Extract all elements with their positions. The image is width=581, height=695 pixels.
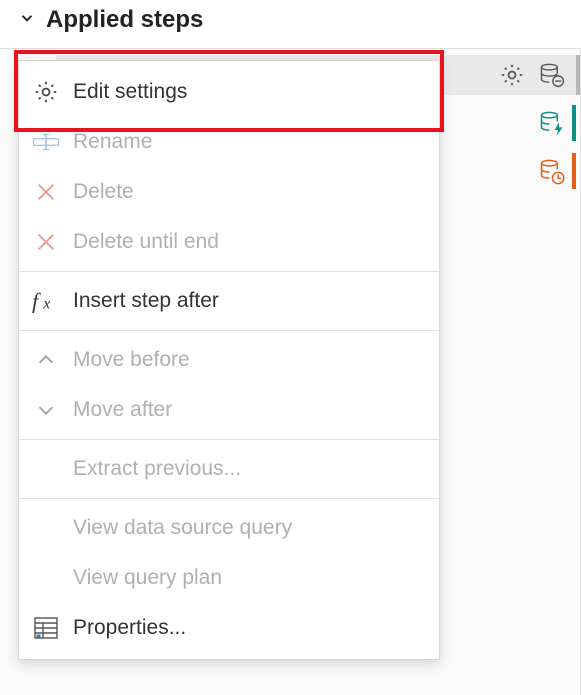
menu-move-before-label: Move before [73, 348, 190, 372]
rename-icon [19, 130, 73, 154]
chevron-down-icon [19, 399, 73, 421]
menu-view-query-plan-label: View query plan [73, 566, 222, 590]
svg-text:x: x [42, 295, 50, 312]
database-remove-icon[interactable] [532, 55, 572, 95]
database-lightning-icon [532, 103, 572, 143]
menu-extract-previous[interactable]: Extract previous... [19, 444, 439, 494]
chevron-down-icon [18, 6, 36, 34]
menu-move-after[interactable]: Move after [19, 385, 439, 435]
applied-steps-header[interactable]: Applied steps [0, 0, 581, 40]
cache-schedule-item[interactable] [532, 151, 576, 191]
menu-delete-until-end-label: Delete until end [73, 230, 219, 254]
step-settings-button[interactable] [492, 55, 532, 95]
menu-edit-settings-label: Edit settings [73, 80, 187, 104]
menu-view-data-source-query-label: View data source query [73, 516, 292, 540]
step-context-menu: Edit settings Rename Delete Dele [18, 60, 440, 660]
menu-delete-until-end[interactable]: Delete until end [19, 217, 439, 267]
properties-icon [19, 615, 73, 641]
menu-move-after-label: Move after [73, 398, 172, 422]
menu-edit-settings[interactable]: Edit settings [19, 67, 439, 117]
menu-separator [19, 439, 439, 440]
menu-separator [19, 498, 439, 499]
menu-separator [19, 271, 439, 272]
fx-icon: f x [19, 288, 73, 314]
database-clock-icon [532, 151, 572, 191]
menu-separator [19, 330, 439, 331]
menu-rename[interactable]: Rename [19, 117, 439, 167]
menu-extract-previous-label: Extract previous... [73, 457, 241, 481]
menu-move-before[interactable]: Move before [19, 335, 439, 385]
menu-properties-label: Properties... [73, 616, 186, 640]
side-icon-column [532, 103, 576, 191]
chevron-up-icon [19, 349, 73, 371]
menu-rename-label: Rename [73, 130, 152, 154]
menu-insert-step-after-label: Insert step after [73, 289, 219, 313]
menu-properties[interactable]: Properties... [19, 603, 439, 653]
menu-delete-label: Delete [73, 180, 134, 204]
cache-lightning-item[interactable] [532, 103, 576, 143]
menu-delete[interactable]: Delete [19, 167, 439, 217]
applied-steps-title: Applied steps [46, 6, 203, 34]
menu-view-data-source-query[interactable]: View data source query [19, 503, 439, 553]
svg-text:f: f [32, 288, 41, 313]
gear-icon [19, 79, 73, 105]
delete-icon [19, 231, 73, 253]
delete-icon [19, 181, 73, 203]
menu-insert-step-after[interactable]: f x Insert step after [19, 276, 439, 326]
menu-view-query-plan[interactable]: View query plan [19, 553, 439, 603]
